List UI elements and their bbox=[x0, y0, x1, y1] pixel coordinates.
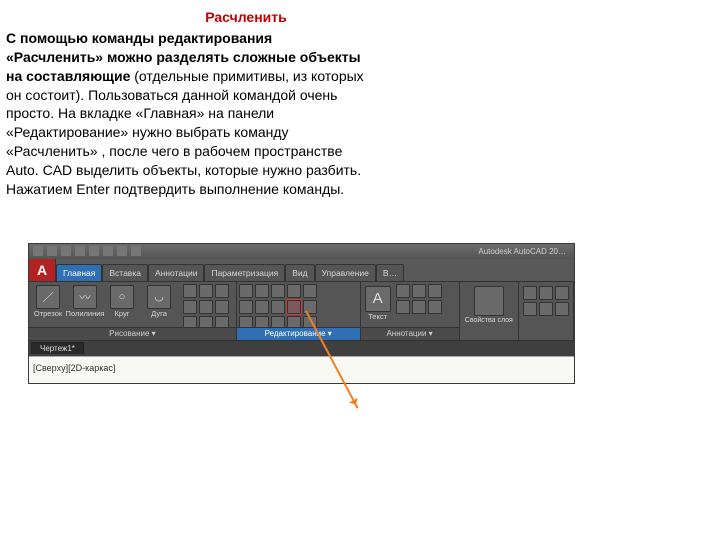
panel-annotations: A Текст Аннотации ▾ bbox=[361, 282, 460, 340]
panel-anno-label[interactable]: Аннотации ▾ bbox=[361, 327, 459, 340]
edit-small-grid bbox=[239, 284, 317, 330]
qat-icon[interactable] bbox=[103, 246, 113, 256]
draw-tool-icon[interactable] bbox=[199, 300, 213, 314]
anno-tool-icon[interactable] bbox=[396, 284, 410, 298]
layer-properties-label: Свойства слоя bbox=[462, 317, 516, 324]
anno-tool-icon[interactable] bbox=[412, 284, 426, 298]
text-button[interactable]: A bbox=[365, 286, 391, 312]
tool-icon[interactable] bbox=[523, 302, 537, 316]
explanation-body-rest: (отдельные примитивы, из которых он сост… bbox=[6, 68, 364, 197]
text-button-label: Текст bbox=[368, 312, 387, 321]
draw-line-label: Отрезок bbox=[34, 310, 62, 318]
explanation-title: Расчленить bbox=[126, 8, 366, 27]
draw-circle-label: Круг bbox=[115, 310, 130, 318]
tool-icon[interactable] bbox=[539, 286, 553, 300]
document-tabs: Чертеж1* bbox=[29, 341, 574, 356]
tab-parametrics[interactable]: Параметризация bbox=[204, 264, 285, 281]
anno-tool-icon[interactable] bbox=[412, 300, 426, 314]
qat-icon[interactable] bbox=[47, 246, 57, 256]
panel-edit: Редактирование ▾ bbox=[237, 282, 361, 340]
explanation-block: Расчленить С помощью команды редактирова… bbox=[0, 0, 372, 203]
draw-polyline-button[interactable]: 〰 Полилиния bbox=[68, 284, 102, 330]
panel-layers: Свойства слоя bbox=[460, 282, 519, 340]
ribbon-body: ／ Отрезок 〰 Полилиния ○ Круг ◡ Дуга bbox=[29, 281, 574, 341]
draw-tool-icon[interactable] bbox=[183, 300, 197, 314]
edit-tool-icon[interactable] bbox=[255, 284, 269, 298]
draw-tool-icon[interactable] bbox=[215, 300, 229, 314]
document-tab[interactable]: Чертеж1* bbox=[31, 342, 84, 354]
qat-icon[interactable] bbox=[131, 246, 141, 256]
panel-draw: ／ Отрезок 〰 Полилиния ○ Круг ◡ Дуга bbox=[29, 282, 237, 340]
tab-more[interactable]: В… bbox=[376, 264, 404, 281]
tool-icon[interactable] bbox=[539, 302, 553, 316]
anno-small-grid bbox=[396, 284, 442, 314]
qat-icon[interactable] bbox=[89, 246, 99, 256]
qat-icon[interactable] bbox=[117, 246, 127, 256]
anno-tool-icon[interactable] bbox=[428, 284, 442, 298]
edit-tool-icon[interactable] bbox=[255, 300, 269, 314]
explanation-body: С помощью команды редактирования «Расчле… bbox=[6, 29, 366, 199]
qat-icon[interactable] bbox=[33, 246, 43, 256]
qat bbox=[33, 246, 478, 256]
ribbon-tabs: Главная Вставка Аннотации Параметризация… bbox=[56, 259, 404, 281]
draw-arc-label: Дуга bbox=[151, 310, 167, 318]
tool-icon[interactable] bbox=[523, 286, 537, 300]
tool-icon[interactable] bbox=[555, 286, 569, 300]
viewport-label[interactable]: [Сверху][2D-каркас] bbox=[33, 363, 115, 373]
draw-tool-icon[interactable] bbox=[215, 284, 229, 298]
explode-button[interactable] bbox=[287, 300, 301, 314]
tab-view[interactable]: Вид bbox=[285, 264, 314, 281]
panel-edit-label[interactable]: Редактирование ▾ bbox=[237, 327, 360, 340]
ribbon-header: A Главная Вставка Аннотации Параметризац… bbox=[29, 259, 574, 281]
panel-draw-label[interactable]: Рисование ▾ bbox=[29, 327, 236, 340]
qat-icon[interactable] bbox=[61, 246, 71, 256]
tab-annotations[interactable]: Аннотации bbox=[148, 264, 205, 281]
edit-tool-icon[interactable] bbox=[303, 284, 317, 298]
window-title: Autodesk AutoCAD 20… bbox=[478, 247, 570, 256]
anno-tool-icon[interactable] bbox=[428, 300, 442, 314]
draw-line-button[interactable]: ／ Отрезок bbox=[31, 284, 65, 330]
draw-tool-icon[interactable] bbox=[199, 284, 213, 298]
edit-tool-icon[interactable] bbox=[239, 300, 253, 314]
tool-icon[interactable] bbox=[555, 302, 569, 316]
panel-overflow bbox=[519, 282, 574, 340]
draw-small-grid bbox=[183, 284, 229, 330]
drawing-viewport[interactable]: [Сверху][2D-каркас] bbox=[29, 356, 574, 383]
qat-icon[interactable] bbox=[75, 246, 85, 256]
draw-polyline-label: Полилиния bbox=[66, 310, 105, 318]
tab-insert[interactable]: Вставка bbox=[102, 264, 148, 281]
draw-arc-button[interactable]: ◡ Дуга bbox=[142, 284, 176, 330]
arc-icon: ◡ bbox=[147, 285, 171, 309]
draw-circle-button[interactable]: ○ Круг bbox=[105, 284, 139, 330]
edit-tool-icon[interactable] bbox=[239, 284, 253, 298]
layer-properties-icon[interactable] bbox=[474, 286, 504, 316]
edit-tool-icon[interactable] bbox=[287, 284, 301, 298]
title-bar: Autodesk AutoCAD 20… bbox=[29, 244, 574, 259]
polyline-icon: 〰 bbox=[73, 285, 97, 309]
edit-tool-icon[interactable] bbox=[271, 284, 285, 298]
anno-tool-icon[interactable] bbox=[396, 300, 410, 314]
line-icon: ／ bbox=[36, 285, 60, 309]
tab-manage[interactable]: Управление bbox=[315, 264, 376, 281]
draw-tool-icon[interactable] bbox=[183, 284, 197, 298]
circle-icon: ○ bbox=[110, 285, 134, 309]
app-menu-button[interactable]: A bbox=[29, 259, 56, 281]
edit-tool-icon[interactable] bbox=[271, 300, 285, 314]
autocad-screenshot: Autodesk AutoCAD 20… A Главная Вставка А… bbox=[28, 243, 575, 384]
tab-home[interactable]: Главная bbox=[56, 264, 102, 281]
